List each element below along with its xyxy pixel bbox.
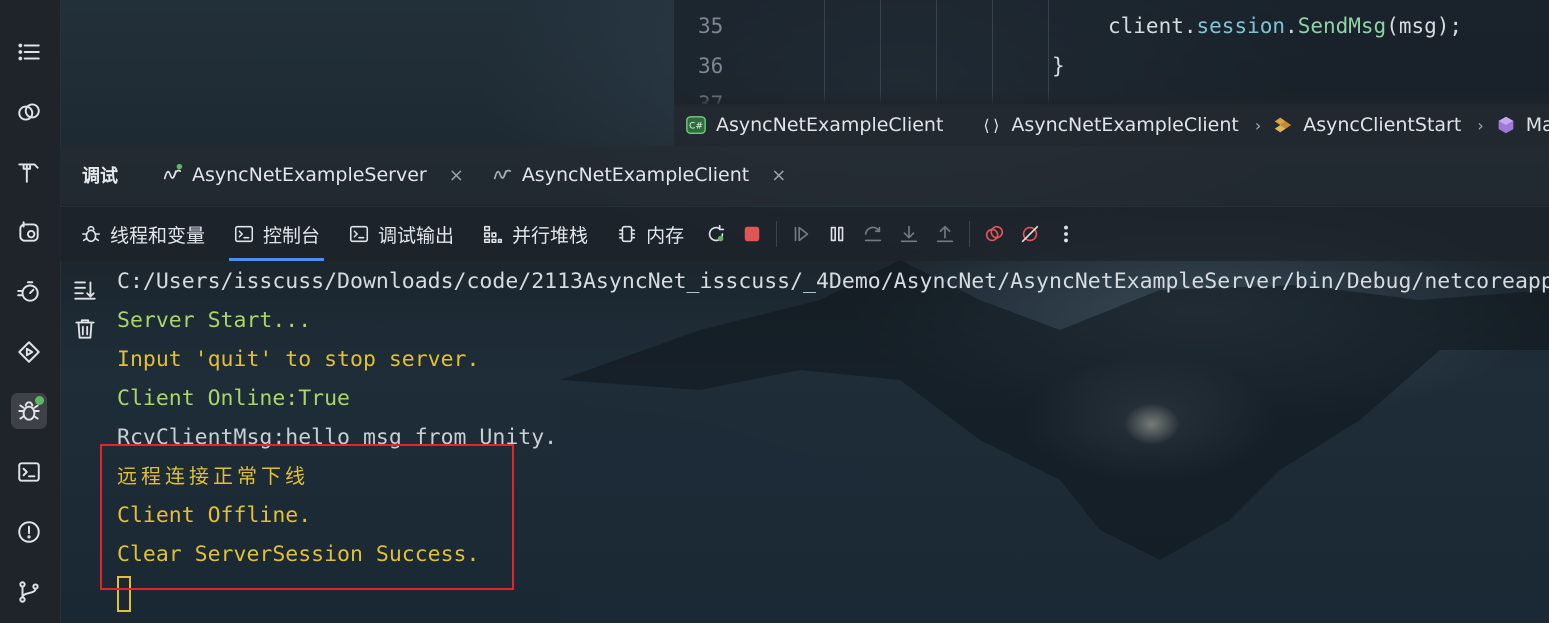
build-hammer-icon[interactable] — [11, 154, 47, 190]
close-icon[interactable]: × — [449, 165, 464, 186]
view-breakpoints-icon[interactable] — [976, 216, 1012, 252]
svg-text:C#: C# — [689, 121, 703, 132]
tab-console[interactable]: 控制台 — [219, 207, 334, 261]
code-line[interactable]: } — [1052, 54, 1065, 78]
breadcrumb-item-class[interactable]: AsyncClientStart — [1271, 113, 1461, 137]
debug-toolbar: 线程和变量 控制台 调试输出 并行堆栈 内存 — [60, 206, 1549, 261]
problems-icon[interactable] — [11, 514, 47, 550]
terminal-icon[interactable] — [11, 454, 47, 490]
class-icon — [1271, 113, 1295, 137]
tab-memory[interactable]: 内存 — [602, 207, 698, 261]
run-services-icon[interactable] — [11, 334, 47, 370]
pause-icon[interactable] — [819, 216, 855, 252]
namespace-braces-icon: ⟨⟩ — [981, 115, 1002, 135]
mute-breakpoints-icon[interactable] — [1012, 216, 1048, 252]
console-icon — [350, 225, 369, 243]
csharp-project-icon: C# — [684, 113, 708, 137]
step-into-icon[interactable] — [891, 216, 927, 252]
tab-threads-variables[interactable]: 线程和变量 — [66, 207, 219, 261]
scroll-to-end-icon[interactable] — [72, 277, 98, 303]
line-number: 35 — [698, 14, 724, 38]
step-over-icon[interactable] — [855, 216, 891, 252]
run-config-icon — [492, 162, 514, 189]
navigation-breadcrumb: C# AsyncNetExampleClient ⟨⟩ AsyncNetExam… — [674, 104, 1549, 146]
stacks-icon — [484, 225, 503, 244]
method-icon — [1494, 113, 1518, 137]
unit-tests-icon[interactable] — [11, 214, 47, 250]
code-editor[interactable]: 35 client.session.SendMsg(msg); 36 } 37 — [674, 0, 1549, 106]
bug-icon — [81, 225, 101, 243]
console-line: Server Start... — [117, 308, 312, 333]
breadcrumb-item-method[interactable]: Main — [1494, 113, 1549, 137]
clear-all-trash-icon[interactable] — [72, 316, 98, 342]
annotation-highlight-box — [100, 444, 514, 590]
breadcrumb-item-namespace[interactable]: ⟨⟩ AsyncNetExampleClient — [979, 113, 1239, 137]
tool-window-title: 调试 — [82, 166, 118, 187]
code-line[interactable]: client.session.SendMsg(msg); — [1108, 14, 1462, 38]
stop-icon[interactable] — [734, 216, 770, 252]
more-options-icon[interactable] — [1048, 216, 1084, 252]
tab-parallel-stacks[interactable]: 并行堆栈 — [468, 207, 602, 261]
profiler-stopwatch-icon[interactable] — [11, 274, 47, 310]
git-branch-icon[interactable] — [11, 574, 47, 610]
tab-asyncnetexampleclient[interactable]: AsyncNetExampleClient × — [492, 162, 786, 189]
console-line: C:/Users/isscuss/Downloads/code/2113Asyn… — [117, 269, 1549, 294]
step-out-icon[interactable] — [927, 216, 963, 252]
close-icon[interactable]: × — [771, 165, 786, 186]
tab-debug-output[interactable]: 调试输出 — [334, 207, 468, 261]
tab-asyncnetexampleserver[interactable]: AsyncNetExampleServer × — [162, 162, 464, 189]
debug-bug-icon[interactable] — [11, 393, 47, 429]
line-number: 36 — [698, 54, 724, 78]
console-icon — [234, 225, 254, 243]
run-config-icon — [162, 162, 184, 189]
rerun-icon[interactable] — [698, 216, 734, 252]
breadcrumb-item-project[interactable]: C# AsyncNetExampleClient — [684, 113, 943, 137]
left-tool-sidebar — [0, 0, 61, 623]
structure-list-icon[interactable] — [11, 34, 47, 70]
resume-icon[interactable] — [783, 216, 819, 252]
debug-tool-window-header: 调试 AsyncNetExampleServer × AsyncNetExamp… — [60, 146, 1549, 204]
commit-circles-icon[interactable] — [11, 94, 47, 130]
console-line: Input 'quit' to stop server. — [117, 347, 480, 372]
console-line: Client Online:True — [117, 386, 350, 411]
chip-icon — [618, 225, 636, 243]
